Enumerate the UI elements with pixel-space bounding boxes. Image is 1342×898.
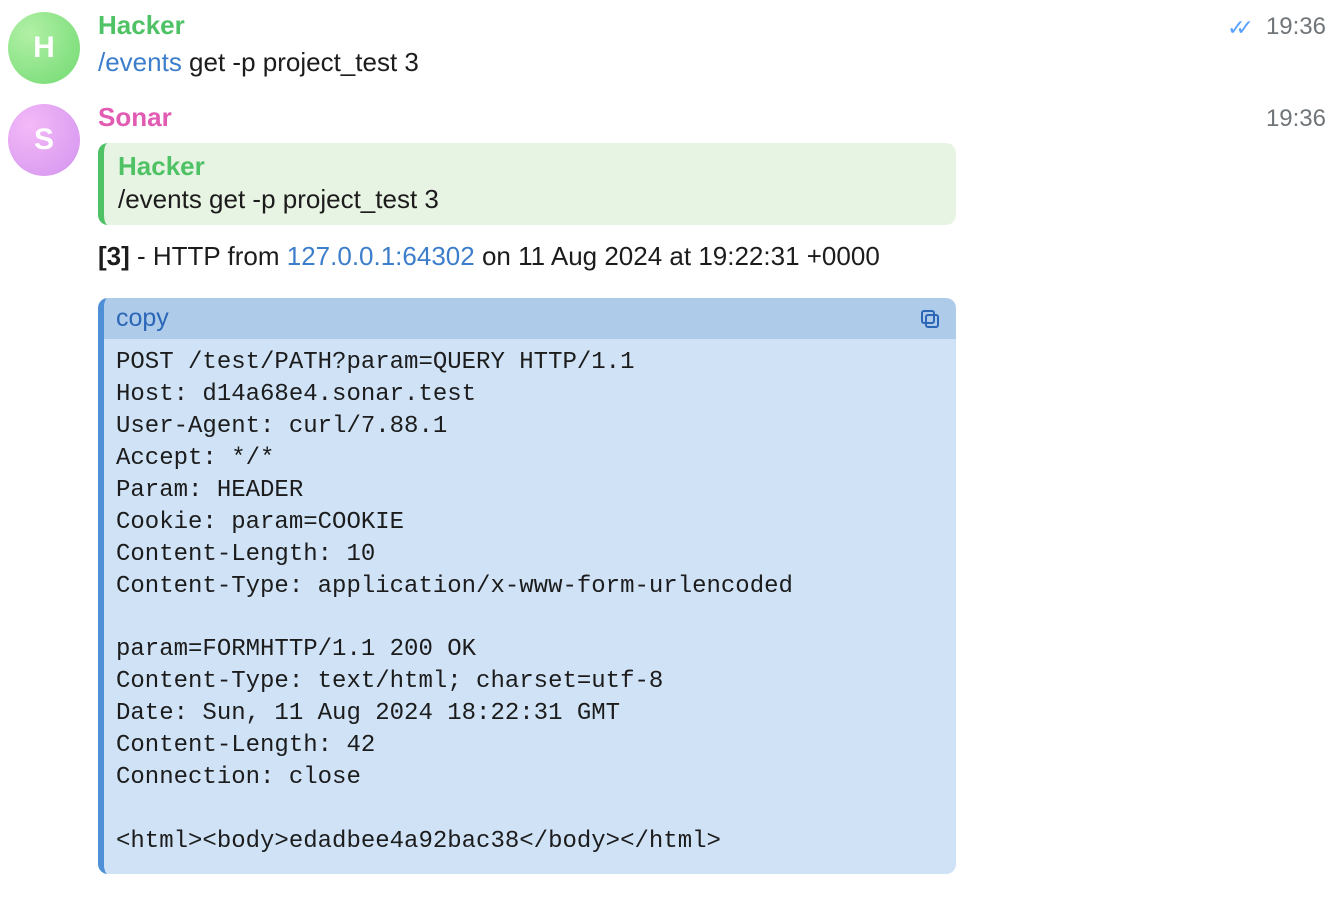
message-time: 19:36 [1266, 105, 1326, 133]
avatar-letter: H [33, 31, 55, 65]
avatar-letter: S [34, 123, 54, 157]
reply-quote[interactable]: Hacker /events get -p project_test 3 [98, 143, 956, 225]
avatar[interactable]: H [8, 12, 80, 84]
message-time: 19:36 [1266, 13, 1326, 41]
event-id: [3] [98, 241, 130, 271]
message-sonar: S Sonar 19:36 Hacker /events get -p proj… [8, 102, 1326, 874]
event-summary: [3] - HTTP from 127.0.0.1:64302 on 11 Au… [98, 241, 1326, 272]
message-header: Hacker ✓✓ 19:36 [98, 10, 1326, 41]
message-body: Sonar 19:36 Hacker /events get -p projec… [98, 102, 1326, 874]
event-tail: on 11 Aug 2024 at 19:22:31 +0000 [475, 241, 880, 271]
quote-author: Hacker [118, 151, 938, 182]
quote-text: /events get -p project_test 3 [118, 184, 938, 215]
author-name[interactable]: Sonar [98, 102, 172, 133]
code-block: copy POST /test/PATH?param=QUERY HTTP/1.… [98, 298, 956, 874]
code-header: copy [104, 298, 956, 339]
message-text: /events get -p project_test 3 [98, 43, 1326, 82]
message-hacker: H Hacker ✓✓ 19:36 /events get -p project… [8, 10, 1326, 84]
event-ip-link[interactable]: 127.0.0.1:64302 [287, 241, 475, 271]
code-content: POST /test/PATH?param=QUERY HTTP/1.1 Hos… [104, 339, 956, 874]
avatar[interactable]: S [8, 104, 80, 176]
copy-button[interactable]: copy [116, 304, 169, 333]
event-http-from: - HTTP from [130, 241, 287, 271]
command-link[interactable]: /events [98, 47, 182, 77]
message-body: Hacker ✓✓ 19:36 /events get -p project_t… [98, 10, 1326, 82]
copy-icon[interactable] [918, 307, 942, 331]
author-name[interactable]: Hacker [98, 10, 185, 41]
message-header: Sonar 19:36 [98, 102, 1326, 133]
read-checks-icon: ✓✓ [1227, 15, 1244, 41]
command-rest: get -p project_test 3 [182, 47, 419, 77]
